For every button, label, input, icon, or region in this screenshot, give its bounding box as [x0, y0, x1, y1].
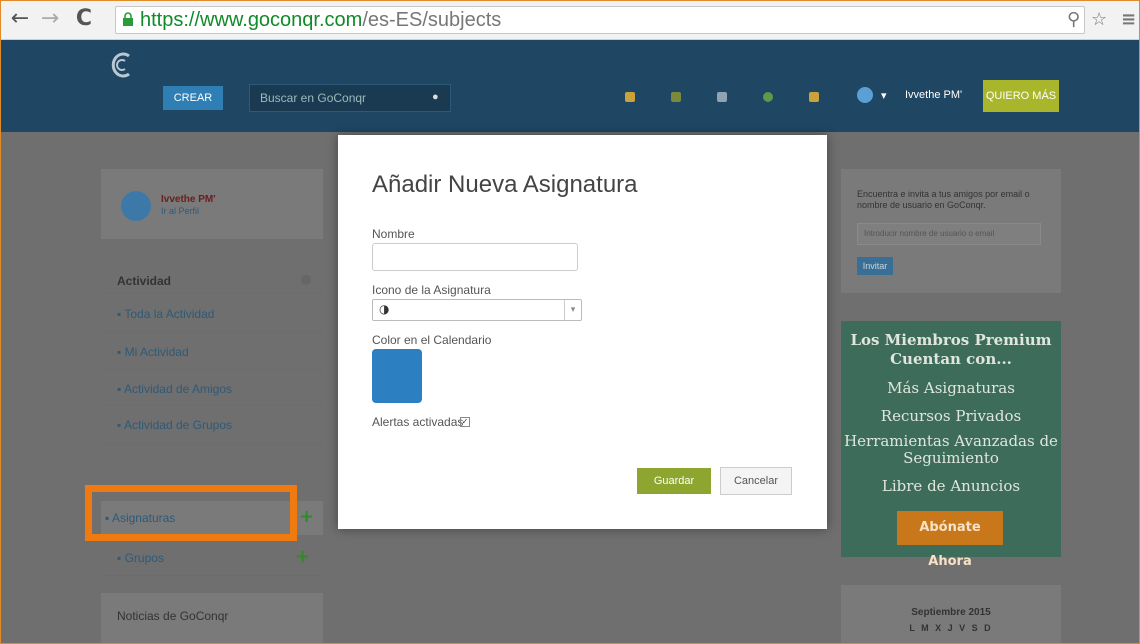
subscribe-button[interactable]: Abónate Ahora [897, 511, 1003, 569]
subjects-icon[interactable] [625, 92, 635, 102]
alerts-checkbox[interactable]: ✓ [460, 417, 470, 427]
modal-title: Añadir Nueva Asignatura [372, 171, 638, 198]
invite-placeholder: Introducir nombre de usuario o email [864, 229, 995, 238]
search-placeholder: Buscar en GoConqr [260, 91, 367, 105]
premium-item: Libre de Anuncios [881, 477, 1021, 495]
divider [101, 331, 323, 332]
create-button[interactable]: CREAR [163, 86, 223, 110]
profile-name: Ivvethe PM' [161, 194, 216, 205]
friends-icon[interactable] [671, 92, 681, 102]
bell-icon[interactable] [809, 92, 819, 102]
invite-card: Encuentra e invita a tus amigos por emai… [841, 169, 1061, 293]
profile-link[interactable]: Ir al Perfil [161, 206, 199, 216]
search-input[interactable]: Buscar en GoConqr ● [249, 84, 451, 112]
profile-card: Ivvethe PM' Ir al Perfil [101, 169, 323, 239]
name-label: Nombre [372, 227, 415, 241]
url-text: https://www.goconqr.com/es-ES/subjects [140, 9, 502, 31]
color-label: Color en el Calendario [372, 333, 492, 347]
mail-icon[interactable] [717, 92, 727, 102]
address-bar[interactable]: https://www.goconqr.com/es-ES/subjects [115, 6, 1085, 34]
premium-item: Más Asignaturas [887, 379, 1015, 397]
news-card: Noticias de GoConqr [101, 593, 323, 643]
globe-icon[interactable] [763, 92, 773, 102]
chevron-down-icon: ▾ [564, 300, 581, 320]
sidebar-item-groups[interactable]: ▪ Grupos [117, 551, 164, 565]
zoom-icon[interactable]: ⚲ [1067, 9, 1080, 30]
half-circle-icon: ◑ [379, 302, 390, 316]
bookmark-star-icon[interactable]: ☆ [1091, 9, 1107, 30]
avatar [857, 87, 873, 103]
add-subject-modal: Añadir Nueva Asignatura Nombre Icono de … [338, 135, 827, 529]
divider [101, 405, 323, 406]
activity-item-groups[interactable]: ▪ Actividad de Grupos [117, 418, 232, 432]
color-swatch[interactable] [372, 349, 422, 403]
back-button[interactable]: ← [9, 7, 31, 31]
activity-item-mine[interactable]: ▪ Mi Actividad [117, 345, 189, 359]
premium-item: Herramientas Avanzadas de Seguimiento [844, 432, 1058, 467]
divider [101, 369, 323, 370]
activity-title: Actividad [117, 274, 172, 288]
forward-button[interactable]: → [39, 7, 61, 31]
menu-icon[interactable]: ≡ [1121, 9, 1136, 30]
icon-label: Icono de la Asignatura [372, 283, 491, 297]
name-input[interactable] [372, 243, 578, 271]
add-subject-icon[interactable]: + [299, 506, 314, 527]
activity-item-all[interactable]: ▪ Toda la Actividad [117, 307, 214, 321]
reload-button[interactable]: C [73, 7, 95, 31]
divider [101, 293, 323, 294]
upgrade-button[interactable]: QUIERO MÁS [983, 80, 1059, 112]
browser-toolbar: ← → C https://www.goconqr.com/es-ES/subj… [1, 1, 1139, 40]
calendar-title: Septiembre 2015 [911, 607, 991, 618]
alerts-label: Alertas activadas [372, 415, 464, 429]
add-group-icon[interactable]: + [295, 546, 310, 567]
calendar-card: Septiembre 2015 L M X J V S D [841, 585, 1061, 643]
premium-item: Recursos Privados [880, 407, 1022, 425]
news-title: Noticias de GoConqr [117, 609, 229, 623]
search-icon: ● [432, 91, 439, 103]
icon-select[interactable]: ◑ ▾ [372, 299, 582, 321]
avatar [121, 191, 151, 221]
cancel-button[interactable]: Cancelar [720, 467, 792, 495]
screenshot-frame: ← → C https://www.goconqr.com/es-ES/subj… [0, 0, 1140, 644]
invite-input[interactable]: Introducir nombre de usuario o email [857, 223, 1041, 245]
invite-text: Encuentra e invita a tus amigos por emai… [857, 189, 1030, 210]
divider [101, 575, 323, 576]
divider [101, 443, 323, 444]
lock-icon [123, 12, 133, 26]
goconqr-logo-icon[interactable] [111, 52, 133, 78]
calendar-weekdays: L M X J V S D [909, 623, 993, 633]
activity-item-friends[interactable]: ▪ Actividad de Amigos [117, 382, 232, 396]
premium-title: Los Miembros Premium Cuentan con... [850, 331, 1052, 368]
highlight-box [85, 485, 297, 541]
invite-button[interactable]: Invitar [857, 257, 893, 275]
settings-icon[interactable] [301, 275, 311, 285]
save-button[interactable]: Guardar [637, 468, 711, 494]
